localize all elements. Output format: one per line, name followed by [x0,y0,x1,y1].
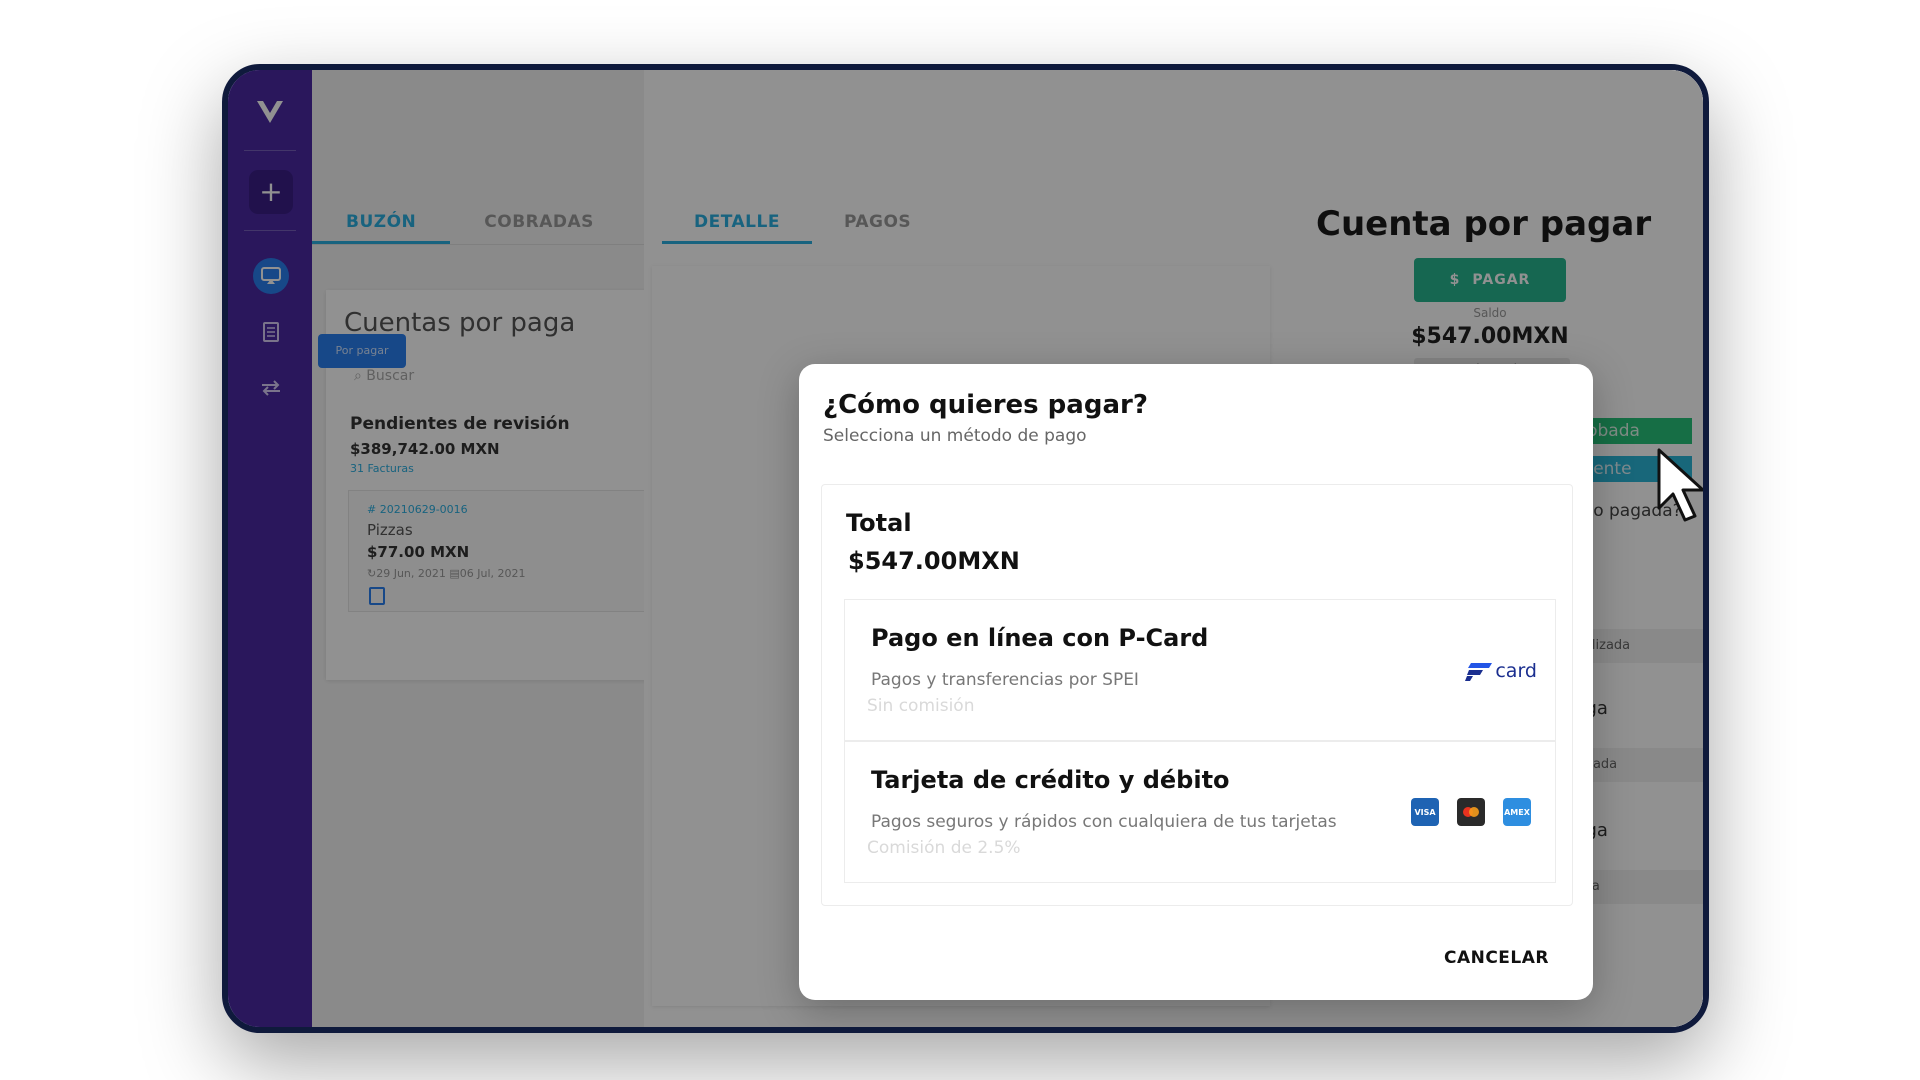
total-label: Total [846,509,912,537]
option-credit-debit-card[interactable]: Tarjeta de crédito y débito Pagos seguro… [844,741,1556,883]
mastercard-icon [1457,798,1485,826]
card-brand-logos: VISA AMEX [1411,798,1531,826]
cancel-button[interactable]: CANCELAR [1444,948,1549,968]
amex-icon: AMEX [1503,798,1531,826]
total-amount: $547.00MXN [848,547,1020,575]
pcard-logo-text: card [1495,660,1537,682]
pcard-logo: card [1465,660,1537,682]
app-frame: + BUZÓN COBRADAS Por pagar Cuentas por p… [222,64,1709,1033]
payment-method-dialog: ¿Cómo quieres pagar? Selecciona un métod… [799,364,1593,1000]
option-fee: Comisión de 2.5% [867,838,1021,858]
option-description: Pagos y transferencias por SPEI [871,670,1139,690]
option-description: Pagos seguros y rápidos con cualquiera d… [871,812,1337,832]
dialog-subtitle: Selecciona un método de pago [823,426,1087,446]
dialog-body: Total $547.00MXN Pago en línea con P-Car… [821,484,1573,906]
option-fee: Sin comisión [867,696,975,716]
option-title: Pago en línea con P-Card [871,624,1209,652]
visa-icon: VISA [1411,798,1439,826]
dialog-title: ¿Cómo quieres pagar? [823,390,1148,420]
mouse-cursor-icon [1657,448,1703,522]
option-title: Tarjeta de crédito y débito [871,766,1230,794]
pcard-mark-icon [1465,663,1493,681]
option-pcard[interactable]: Pago en línea con P-Card Pagos y transfe… [844,599,1556,741]
